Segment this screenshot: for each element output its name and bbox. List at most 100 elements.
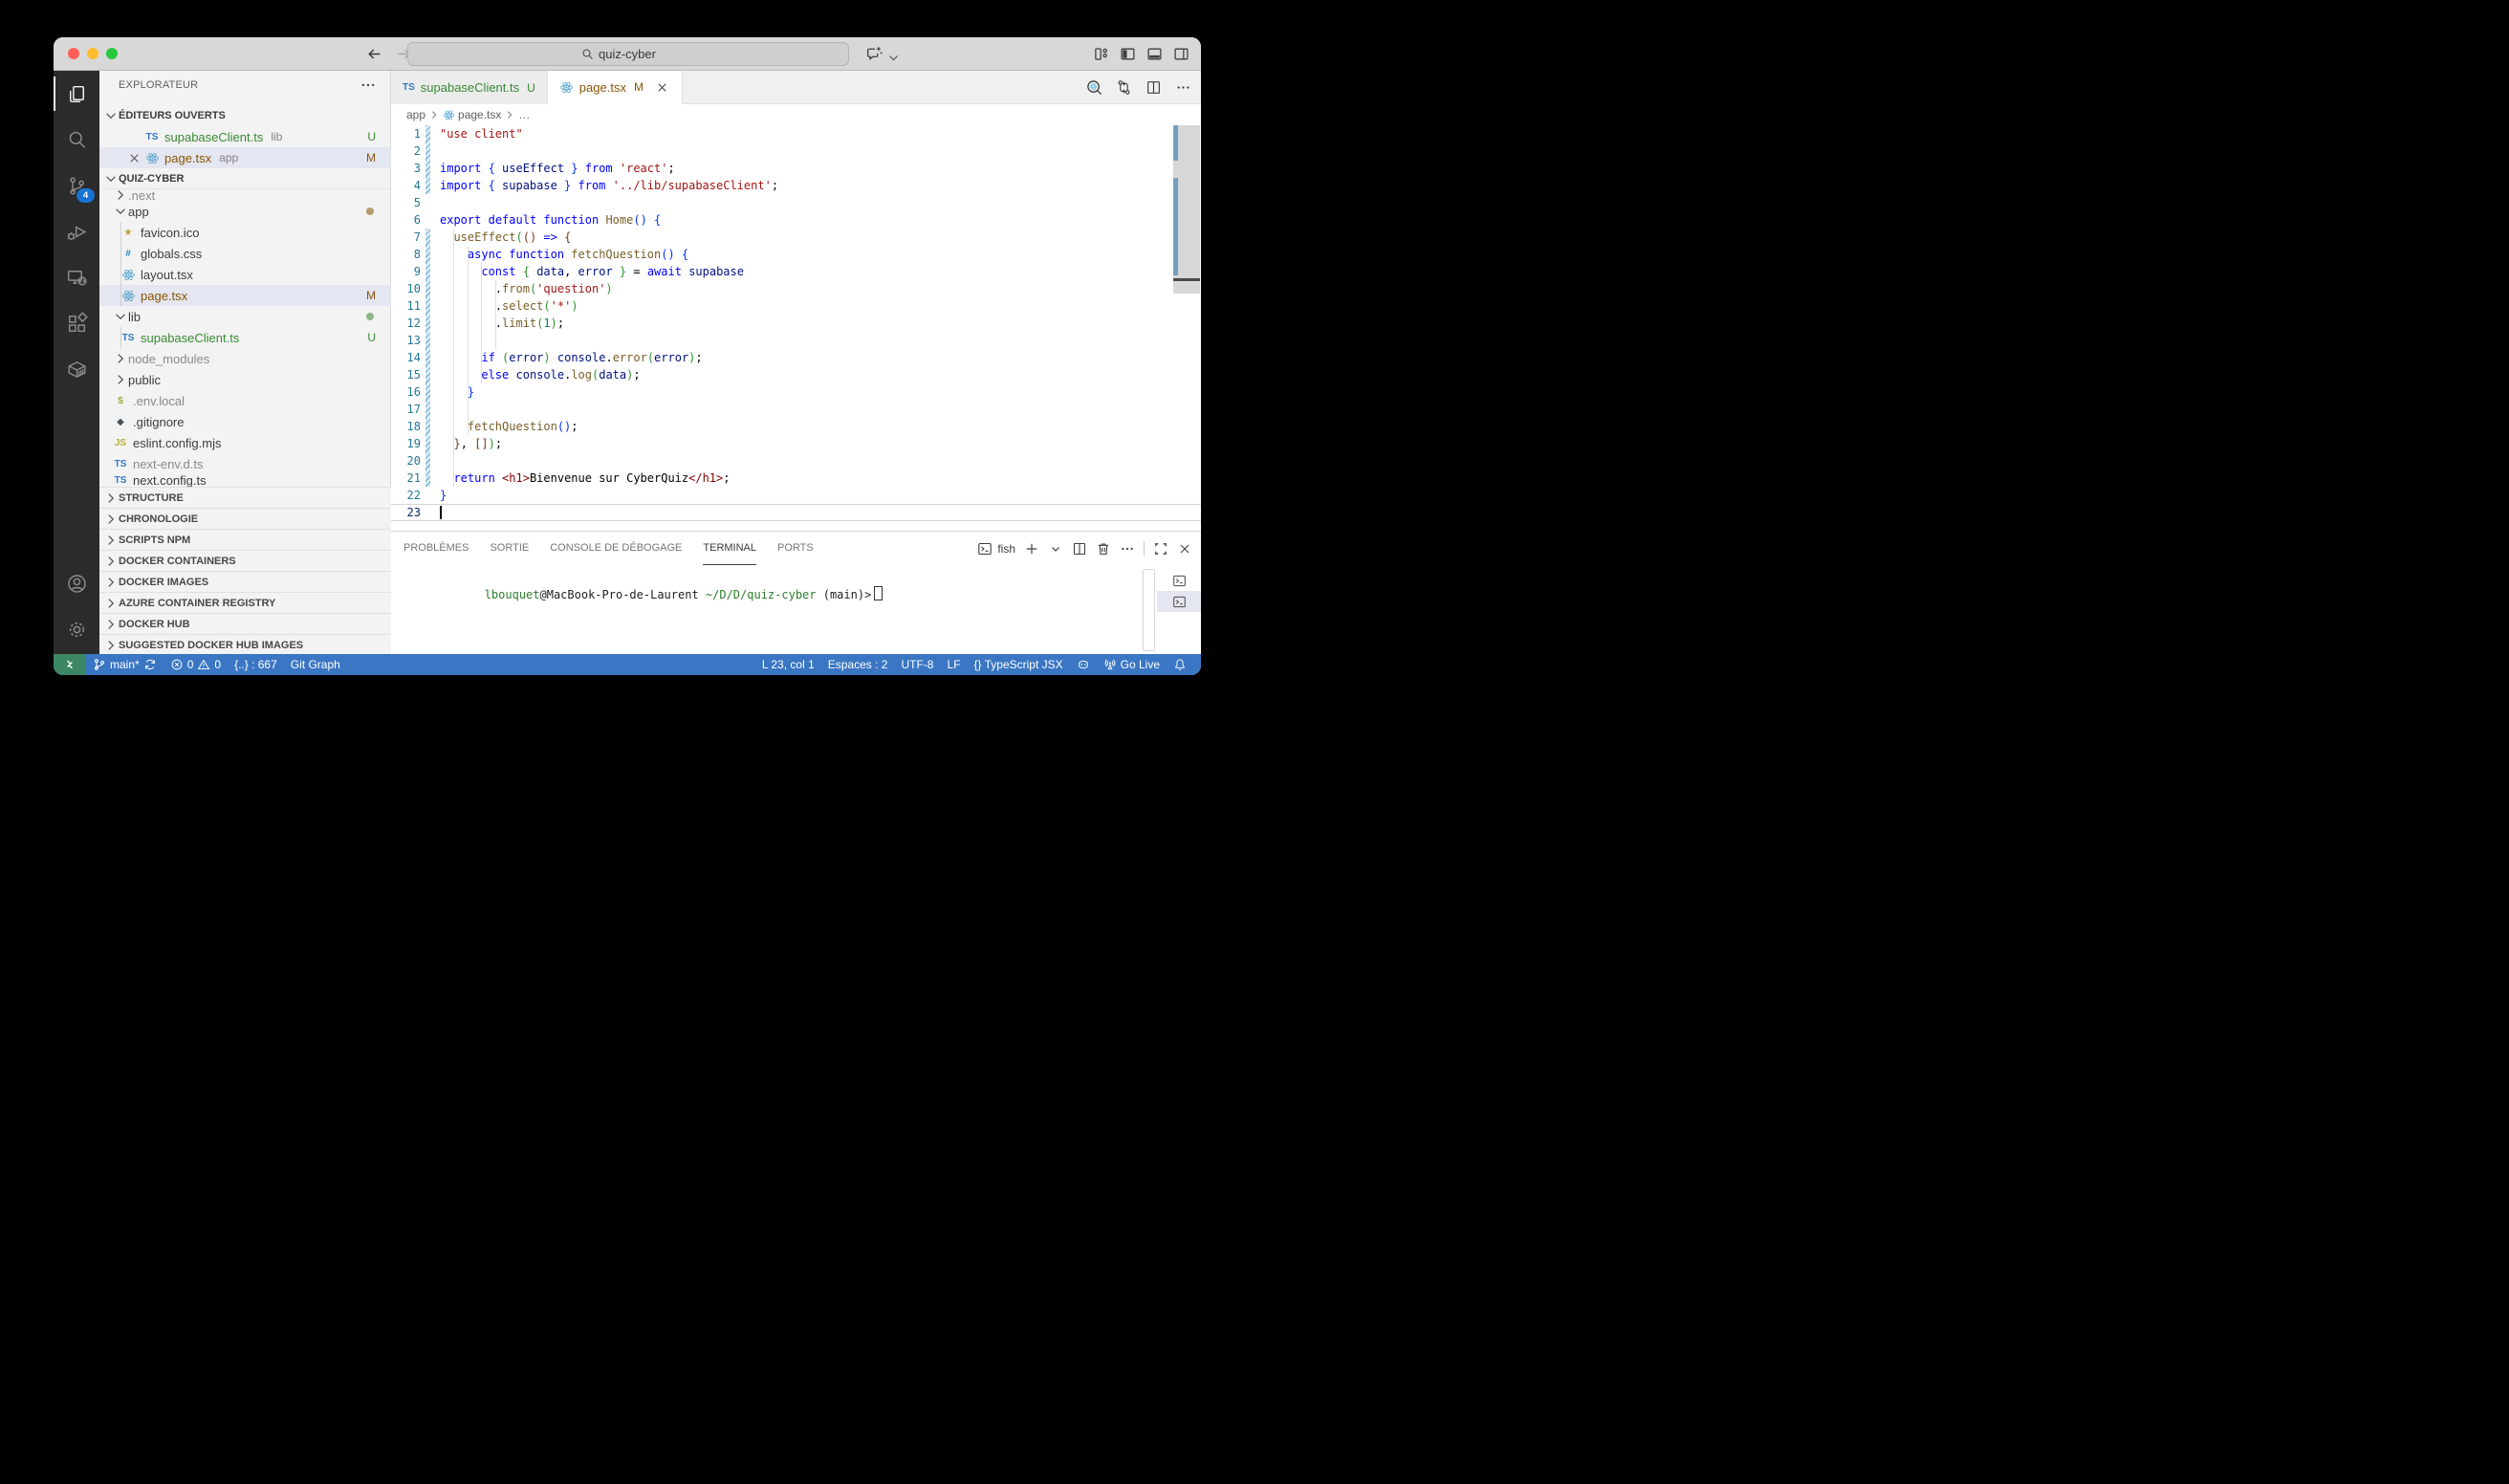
code-line-18[interactable]: 18 fetchQuestion(); <box>391 418 1201 435</box>
status-problems[interactable]: 0 0 <box>164 654 228 675</box>
code-line-16[interactable]: 16 } <box>391 383 1201 401</box>
tree-section-CHRONOLOGIE[interactable]: CHRONOLOGIE <box>99 508 391 529</box>
activity-bar-source-control[interactable]: 4 <box>54 163 99 208</box>
status-language-mode[interactable]: {} TypeScript JSX <box>967 654 1069 675</box>
folder-row-public[interactable]: public <box>99 369 391 390</box>
tree-section-STRUCTURE[interactable]: STRUCTURE <box>99 487 391 508</box>
terminal-prompt[interactable]: lbouquet@MacBook-Pro-de-Laurent ~/D/D/qu… <box>402 573 883 615</box>
file-row-next.config.ts[interactable]: TSnext.config.ts <box>99 474 391 487</box>
terminal-1[interactable] <box>1157 570 1201 591</box>
editor-tab-page.tsx[interactable]: page.tsx M <box>548 71 683 104</box>
file-row-page.tsx[interactable]: page.tsxM <box>99 285 391 306</box>
status-copilot[interactable] <box>1070 654 1097 675</box>
file-row-eslint.config.mjs[interactable]: JSeslint.config.mjs <box>99 432 391 453</box>
code-line-19[interactable]: 19 }, []); <box>391 435 1201 452</box>
code-line-9[interactable]: 9 const { data, error } = await supabase <box>391 263 1201 280</box>
panel-tab-TERMINAL[interactable]: TERMINAL <box>703 532 756 565</box>
more-actions-icon[interactable] <box>1175 79 1191 96</box>
activity-bar-explorer[interactable] <box>54 71 99 117</box>
more-actions-icon[interactable] <box>1120 541 1135 556</box>
close-icon[interactable] <box>655 79 670 95</box>
code-line-20[interactable]: 20 <box>391 452 1201 469</box>
launch-profile[interactable]: fish <box>977 541 1015 556</box>
panel-scrollbar[interactable] <box>1143 569 1155 651</box>
folder-row-lib[interactable]: lib <box>99 306 391 327</box>
panel-tab-PORTS[interactable]: PORTS <box>777 532 814 565</box>
close-icon[interactable] <box>126 150 142 165</box>
tree-section-ÉDITEURS OUVERTS[interactable]: ÉDITEURS OUVERTS <box>99 105 391 126</box>
code-line-1[interactable]: 1 "use client" <box>391 125 1201 142</box>
file-row-favicon.ico[interactable]: ★favicon.ico <box>99 222 391 243</box>
kill-terminal-icon[interactable] <box>1096 541 1111 556</box>
search-input[interactable] <box>599 47 675 61</box>
toggle-panel-icon[interactable] <box>1146 46 1163 62</box>
tree-section-SUGGESTED DOCKER HUB IMAGES[interactable]: SUGGESTED DOCKER HUB IMAGES <box>99 634 391 655</box>
terminal-content[interactable]: lbouquet@MacBook-Pro-de-Laurent ~/D/D/qu… <box>391 565 1201 654</box>
terminal-dropdown-icon[interactable] <box>1048 541 1063 556</box>
status-go-live[interactable]: Go Live <box>1097 654 1167 675</box>
code-line-12[interactable]: 12 .limit(1); <box>391 315 1201 332</box>
activity-bar-run-and-debug[interactable] <box>54 208 99 254</box>
new-terminal-icon[interactable] <box>1024 541 1039 556</box>
activity-bar-extensions[interactable] <box>54 300 99 346</box>
tree-section-DOCKER HUB[interactable]: DOCKER HUB <box>99 613 391 634</box>
search-editor-icon[interactable] <box>1086 79 1102 96</box>
status-cursor-position[interactable]: L 23, col 1 <box>755 654 821 675</box>
folder-row-node_modules[interactable]: node_modules <box>99 348 391 369</box>
close-panel-icon[interactable] <box>1177 541 1192 556</box>
tree-section-QUIZ-CYBER[interactable]: QUIZ-CYBER <box>99 168 391 189</box>
code-line-11[interactable]: 11 .select('*') <box>391 297 1201 315</box>
status-git-graph[interactable]: Git Graph <box>284 654 347 675</box>
folder-row-.next[interactable]: .next <box>99 189 391 201</box>
status-encoding[interactable]: UTF-8 <box>894 654 940 675</box>
tree-section-DOCKER CONTAINERS[interactable]: DOCKER CONTAINERS <box>99 550 391 571</box>
editor-tab-supabaseClient.ts[interactable]: TSsupabaseClient.ts U <box>391 71 548 104</box>
file-row-supabaseClient.ts[interactable]: TSsupabaseClient.tsU <box>99 327 391 348</box>
copilot-chat-icon[interactable] <box>865 45 884 62</box>
code-line-22[interactable]: 22 } <box>391 487 1201 504</box>
code-line-10[interactable]: 10 .from('question') <box>391 280 1201 297</box>
breadcrumb[interactable]: apppage.tsx… <box>391 104 1201 125</box>
maximize-panel-icon[interactable] <box>1153 541 1168 556</box>
status-branch[interactable]: main* <box>86 654 164 675</box>
folder-row-app[interactable]: app <box>99 201 391 222</box>
breadcrumb-item[interactable]: app <box>406 108 425 121</box>
code-line-4[interactable]: 4 import { supabase } from '../lib/supab… <box>391 177 1201 194</box>
status-indentation[interactable]: Espaces : 2 <box>821 654 895 675</box>
panel-tab-CONSOLE DE DÉBOGAGE[interactable]: CONSOLE DE DÉBOGAGE <box>550 532 682 565</box>
toggle-primary-sidebar-icon[interactable] <box>1120 46 1136 62</box>
breadcrumb-item[interactable]: … <box>518 108 530 121</box>
code-line-23[interactable]: 23 <box>391 504 1201 521</box>
editor-scrollbar[interactable] <box>1172 125 1201 531</box>
close-window-button[interactable] <box>68 48 79 59</box>
explorer-more-actions-icon[interactable] <box>360 76 377 94</box>
zoom-window-button[interactable] <box>106 48 118 59</box>
code-line-17[interactable]: 17 <box>391 401 1201 418</box>
code-line-13[interactable]: 13 <box>391 332 1201 349</box>
code-line-3[interactable]: 3 import { useEffect } from 'react'; <box>391 160 1201 177</box>
tree-section-SCRIPTS NPM[interactable]: SCRIPTS NPM <box>99 529 391 550</box>
editor-row-supabaseClient.ts[interactable]: TSsupabaseClient.tslibU <box>99 126 391 147</box>
panel-tab-PROBLÈMES[interactable]: PROBLÈMES <box>404 532 469 565</box>
split-terminal-icon[interactable] <box>1072 541 1087 556</box>
code-line-5[interactable]: 5 <box>391 194 1201 211</box>
activity-bar-search[interactable] <box>54 117 99 163</box>
code-line-7[interactable]: 7 useEffect(() => { <box>391 229 1201 246</box>
file-row-.env.local[interactable]: $.env.local <box>99 390 391 411</box>
file-row-next-env.d.ts[interactable]: TSnext-env.d.ts <box>99 453 391 474</box>
command-center-search[interactable] <box>407 42 849 66</box>
terminal-2[interactable] <box>1157 591 1201 612</box>
status-bracket-counter[interactable]: {..} : 667 <box>228 654 284 675</box>
activity-bar-remote-explorer[interactable] <box>54 254 99 300</box>
code-line-8[interactable]: 8 async function fetchQuestion() { <box>391 246 1201 263</box>
customize-layout-icon[interactable] <box>1093 46 1109 62</box>
status-notifications[interactable] <box>1167 654 1193 675</box>
activity-bar-settings[interactable] <box>54 606 99 652</box>
remote-indicator[interactable] <box>54 654 86 675</box>
minimize-window-button[interactable] <box>87 48 98 59</box>
code-line-14[interactable]: 14 if (error) console.error(error); <box>391 349 1201 366</box>
file-row-.gitignore[interactable]: ◆.gitignore <box>99 411 391 432</box>
copilot-dropdown-chevron-icon[interactable] <box>888 50 899 58</box>
editor-row-page.tsx[interactable]: page.tsxappM <box>99 147 391 168</box>
activity-bar-docker[interactable] <box>54 346 99 392</box>
